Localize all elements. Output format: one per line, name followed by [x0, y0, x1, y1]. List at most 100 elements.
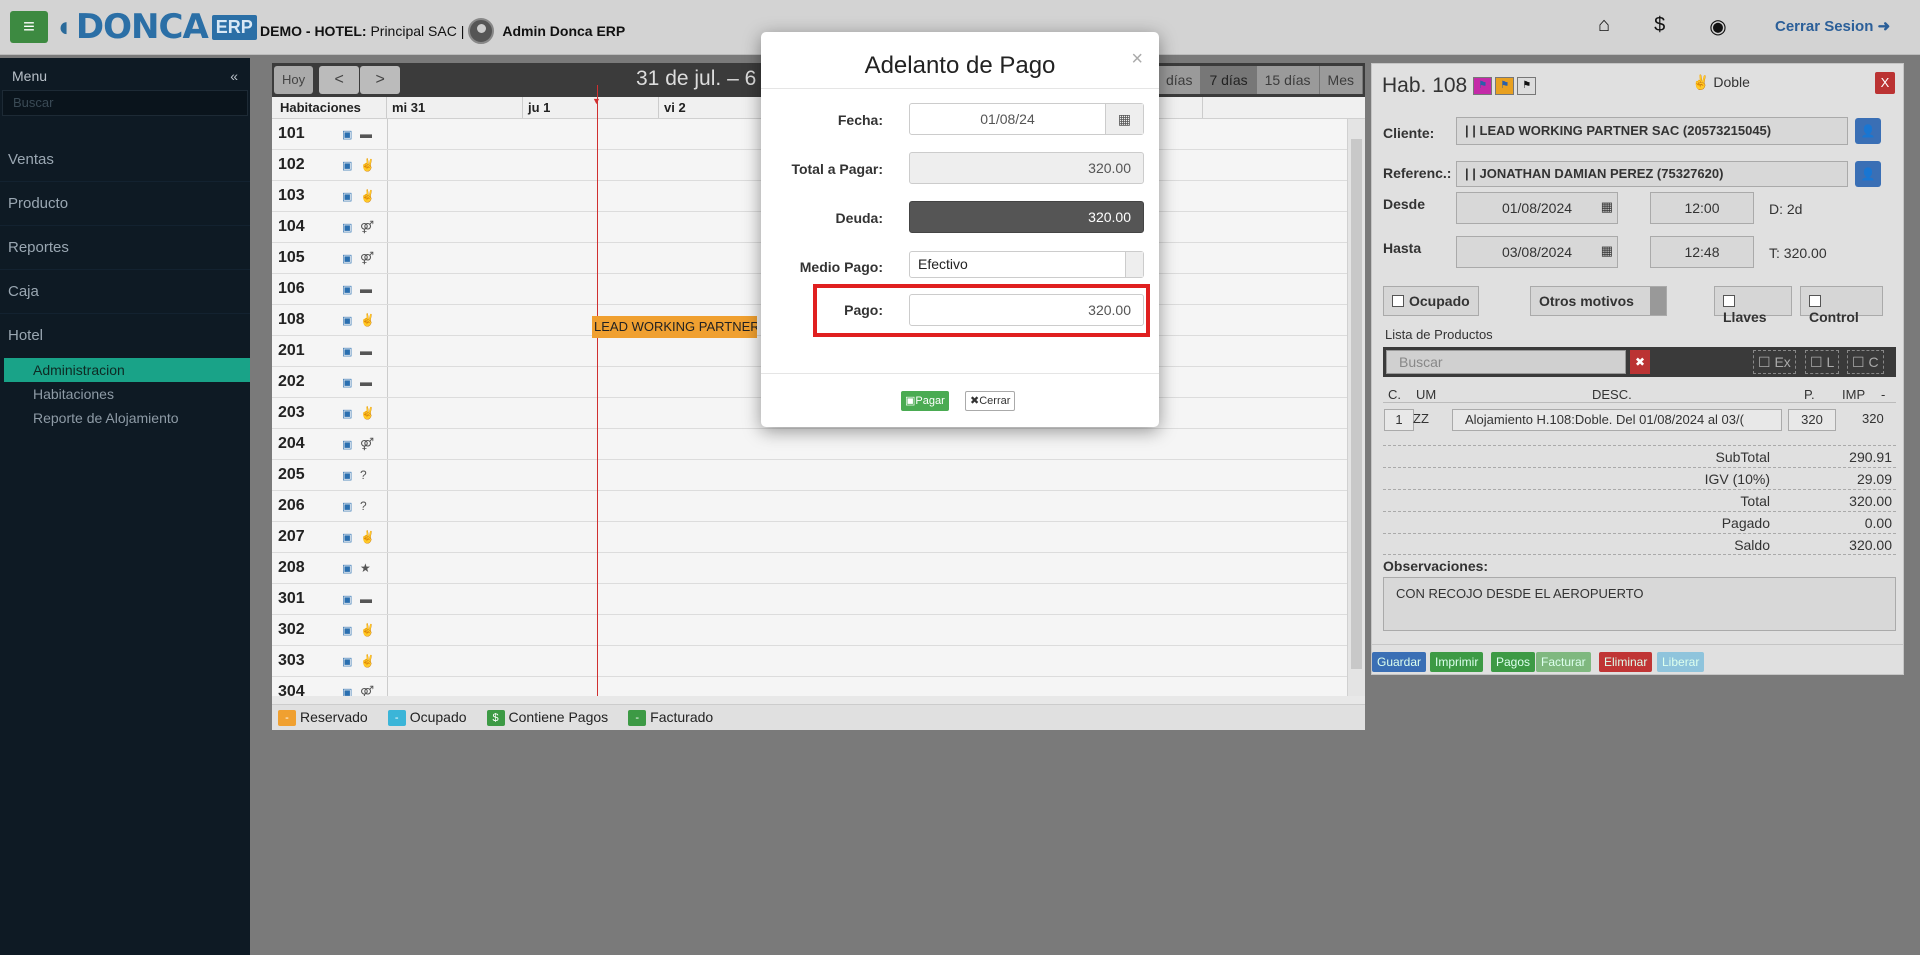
menu-toggle-button[interactable]: ≡ — [10, 11, 48, 43]
room-grid[interactable] — [387, 584, 1347, 614]
room-number[interactable]: 204 — [272, 435, 342, 453]
room-grid[interactable] — [387, 646, 1347, 676]
cerrar-button[interactable]: ✖Cerrar — [965, 391, 1016, 411]
sidebar-item-caja[interactable]: Caja — [0, 270, 250, 314]
room-number[interactable]: 206 — [272, 497, 342, 515]
room-grid[interactable] — [387, 677, 1347, 696]
image-icon[interactable]: ▣ — [342, 376, 360, 389]
flag-icon[interactable]: ⚑ — [1495, 77, 1515, 95]
hasta-date-input[interactable]: 03/08/2024 ▦ — [1456, 236, 1618, 268]
product-search-input[interactable]: Buscar — [1386, 350, 1626, 374]
calendar-icon[interactable]: ▦ — [1601, 199, 1613, 215]
prev-button[interactable]: < — [319, 66, 360, 94]
imprimir-button[interactable]: Imprimir — [1430, 652, 1484, 672]
calendar-icon[interactable]: ▦ — [1105, 104, 1143, 134]
today-button[interactable]: Hoy — [274, 66, 314, 94]
pago-input[interactable]: 320.00 — [909, 294, 1144, 326]
option-ex-checkbox[interactable]: ☐ Ex — [1753, 350, 1796, 374]
view-15-days[interactable]: 15 días — [1256, 66, 1320, 94]
desde-time-input[interactable]: 12:00 — [1650, 192, 1754, 224]
image-icon[interactable]: ▣ — [342, 407, 360, 420]
image-icon[interactable]: ▣ — [342, 438, 360, 451]
image-icon[interactable]: ▣ — [342, 593, 360, 606]
llaves-checkbox[interactable]: Llaves — [1714, 286, 1792, 325]
liberar-button[interactable]: Liberar — [1657, 652, 1705, 672]
room-number[interactable]: 102 — [272, 156, 342, 174]
pagar-button[interactable]: ▣Pagar — [901, 391, 949, 411]
image-icon[interactable]: ▣ — [342, 252, 360, 265]
sidebar-search-input[interactable]: Buscar — [2, 90, 248, 116]
collapse-icon[interactable]: « — [230, 68, 238, 84]
image-icon[interactable]: ▣ — [342, 345, 360, 358]
image-icon[interactable]: ▣ — [342, 500, 360, 513]
item-qty-input[interactable]: 1 — [1384, 409, 1414, 431]
view-month[interactable]: Mes — [1319, 66, 1363, 94]
flag-icon[interactable]: ⚑ — [1517, 77, 1537, 95]
control-checkbox[interactable]: Control — [1800, 286, 1883, 325]
room-number[interactable]: 104 — [272, 218, 342, 236]
pagos-button[interactable]: Pagos — [1491, 652, 1536, 672]
ocupado-checkbox[interactable]: Ocupado — [1383, 286, 1479, 316]
sidebar-item-ventas[interactable]: Ventas — [0, 138, 250, 182]
image-icon[interactable]: ▣ — [342, 128, 360, 141]
item-desc-input[interactable]: Alojamiento H.108:Doble. Del 01/08/2024 … — [1452, 409, 1782, 431]
room-number[interactable]: 205 — [272, 466, 342, 484]
close-icon[interactable]: × — [1131, 48, 1143, 71]
sidebar-subitem-habitaciones[interactable]: Habitaciones — [4, 382, 250, 406]
clear-search-icon[interactable]: ✖ — [1630, 350, 1650, 374]
image-icon[interactable]: ▣ — [342, 221, 360, 234]
room-number[interactable]: 203 — [272, 404, 342, 422]
image-icon[interactable]: ▣ — [342, 562, 360, 575]
desde-date-input[interactable]: 01/08/2024 ▦ — [1456, 192, 1618, 224]
sidebar-subitem-administracion[interactable]: Administracion — [4, 358, 250, 382]
room-number[interactable]: 103 — [272, 187, 342, 205]
item-price-input[interactable]: 320 — [1788, 409, 1836, 431]
image-icon[interactable]: ▣ — [342, 314, 360, 327]
room-number[interactable]: 301 — [272, 590, 342, 608]
image-icon[interactable]: ▣ — [342, 469, 360, 482]
room-number[interactable]: 302 — [272, 621, 342, 639]
room-number[interactable]: 303 — [272, 652, 342, 670]
booking-bar[interactable]: LEAD WORKING PARTNER — [592, 316, 757, 338]
facturar-button[interactable]: Facturar — [1536, 652, 1591, 672]
hasta-time-input[interactable]: 12:48 — [1650, 236, 1754, 268]
sidebar-item-reportes[interactable]: Reportes — [0, 226, 250, 270]
room-grid[interactable] — [387, 553, 1347, 583]
room-number[interactable]: 201 — [272, 342, 342, 360]
image-icon[interactable]: ▣ — [342, 531, 360, 544]
image-icon[interactable]: ▣ — [342, 686, 360, 697]
image-icon[interactable]: ▣ — [342, 655, 360, 668]
logout-link[interactable]: Cerrar Sesion ➜ — [1775, 17, 1890, 35]
add-referencia-icon[interactable]: 👤 — [1855, 161, 1881, 187]
room-number[interactable]: 108 — [272, 311, 342, 329]
close-panel-button[interactable]: X — [1875, 72, 1895, 94]
room-number[interactable]: 101 — [272, 125, 342, 143]
cliente-select[interactable]: | | LEAD WORKING PARTNER SAC (2057321504… — [1456, 117, 1848, 145]
room-number[interactable]: 304 — [272, 683, 342, 696]
fecha-input[interactable]: 01/08/24 ▦ — [909, 103, 1144, 135]
view-days[interactable]: días — [1158, 66, 1202, 94]
room-grid[interactable] — [387, 460, 1347, 490]
room-grid[interactable] — [387, 615, 1347, 645]
sidebar-item-producto[interactable]: Producto — [0, 182, 250, 226]
home-icon[interactable]: ⌂ — [1598, 14, 1610, 39]
room-number[interactable]: 207 — [272, 528, 342, 546]
room-number[interactable]: 105 — [272, 249, 342, 267]
sidebar-item-hotel[interactable]: Hotel — [0, 314, 250, 358]
referencia-select[interactable]: | | JONATHAN DAMIAN PEREZ (75327620) — [1456, 161, 1848, 187]
image-icon[interactable]: ▣ — [342, 190, 360, 203]
image-icon[interactable]: ▣ — [342, 283, 360, 296]
room-grid[interactable] — [387, 491, 1347, 521]
room-number[interactable]: 106 — [272, 280, 342, 298]
dollar-icon[interactable]: $ — [1654, 14, 1665, 39]
room-number[interactable]: 208 — [272, 559, 342, 577]
flag-icon[interactable]: ⚑ — [1473, 77, 1493, 95]
room-grid[interactable] — [387, 429, 1347, 459]
observaciones-textarea[interactable]: CON RECOJO DESDE EL AEROPUERTO — [1383, 577, 1896, 631]
medio-pago-select[interactable]: Efectivo — [909, 251, 1144, 278]
guardar-button[interactable]: Guardar — [1372, 652, 1427, 672]
calendar-icon[interactable]: ▦ — [1601, 243, 1613, 259]
lock-icon[interactable]: ◉ — [1709, 14, 1726, 39]
room-grid[interactable] — [387, 522, 1347, 552]
eliminar-button[interactable]: Eliminar — [1599, 652, 1653, 672]
